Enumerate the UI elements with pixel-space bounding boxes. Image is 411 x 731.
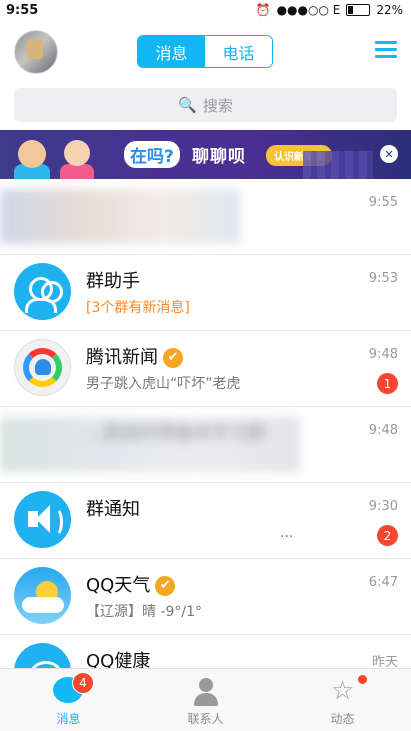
tab-phone[interactable]: 电话 (205, 36, 272, 67)
row-time: 9:53 (368, 271, 398, 286)
tab-contacts[interactable]: 联系人 (137, 669, 274, 731)
group-notice-icon (14, 491, 71, 548)
row-time: 6:47 (368, 575, 398, 590)
tab-label: 联系人 (187, 712, 224, 726)
search-placeholder: 搜索 (202, 96, 233, 115)
bottom-tab-bar: 4 消息 联系人 ☆ 动态 (0, 668, 411, 731)
row-subtitle: 【辽源】晴 -9°/1° (86, 604, 203, 620)
close-icon[interactable]: ✕ (380, 145, 398, 163)
row-time: 9:55 (368, 195, 398, 210)
row-time: 9:30 (368, 499, 398, 514)
row-time: 9:48 (368, 423, 398, 438)
city-skyline (303, 151, 373, 179)
status-bar: 9:55 ⏰ ●●●○○ E 22% (0, 0, 411, 22)
conversation-row[interactable]: QQ天气 ✔ 【辽源】晴 -9°/1° 6:47 (0, 559, 411, 635)
row-title: 群助手 (86, 271, 140, 292)
tab-messages[interactable]: 消息 (138, 36, 205, 67)
verified-icon: ✔ (163, 348, 183, 368)
menu-icon[interactable] (375, 41, 397, 59)
messages-badge: 4 (72, 672, 94, 694)
conversation-row[interactable]: 群助手 [3个群有新消息] 9:53 (0, 255, 411, 331)
row-time: 9:48 (368, 347, 398, 362)
banner-bubble: 在吗? (124, 141, 180, 168)
tab-messages-bottom[interactable]: 4 消息 (0, 669, 137, 731)
row-subtitle: [3个群有新消息] (86, 300, 190, 316)
group-assistant-icon (14, 263, 71, 320)
battery-percent: 22% (376, 3, 403, 17)
row-title: 腾讯新闻 (86, 347, 158, 368)
signal-strength: ●●●○○ E (276, 3, 341, 17)
promo-banner[interactable]: 在吗? 聊聊呗 认识新朋友 ✕ (0, 130, 411, 179)
blurred-content (0, 179, 411, 254)
battery-icon (346, 4, 371, 16)
tab-label: 消息 (56, 712, 81, 726)
contacts-icon (190, 677, 222, 707)
row-subtitle: 男子跳入虎山“吓坏”老虎 (86, 376, 241, 392)
user-avatar[interactable] (14, 30, 58, 74)
weather-icon (14, 567, 71, 624)
conversation-row[interactable]: 腾讯新闻 ✔ 男子跳入虎山“吓坏”老虎 9:48 1 (0, 331, 411, 407)
search-bar[interactable]: 🔍 搜索 (14, 88, 397, 122)
alarm-icon: ⏰ (255, 3, 271, 17)
notification-dot (358, 675, 367, 684)
row-title-wrap: 腾讯新闻 ✔ (86, 343, 183, 369)
conversation-row[interactable]: 群通知 ... 9:30 2 (0, 483, 411, 559)
status-time: 9:55 (6, 3, 39, 18)
row-title: 群通知 (86, 499, 140, 520)
banner-illustration (10, 134, 110, 179)
tab-dynamics[interactable]: ☆ 动态 (274, 669, 411, 731)
row-title: QQ天气 (86, 575, 151, 596)
star-icon: ☆ (330, 676, 355, 706)
header: 消息 电话 (0, 22, 411, 82)
banner-text: 聊聊呗 (192, 147, 246, 167)
unread-badge: 1 (377, 373, 398, 394)
verified-icon: ✔ (155, 576, 176, 596)
unread-badge: 2 (377, 525, 398, 546)
row-subtitle: ... (280, 525, 294, 541)
tab-label: 动态 (330, 712, 355, 726)
search-icon: 🔍 (178, 96, 197, 114)
row-title-wrap: QQ天气 ✔ (86, 571, 176, 597)
conversation-row[interactable]: ...高级的预备班学习群 9:48 (0, 407, 411, 483)
conversation-list: 9:55 群助手 [3个群有新消息] 9:53 腾讯新闻 ✔ 男子跳入虎山“吓坏”… (0, 179, 411, 711)
message-phone-toggle: 消息 电话 (137, 35, 273, 68)
tencent-news-icon (14, 339, 71, 396)
conversation-row[interactable]: 9:55 (0, 179, 411, 255)
row-title: ...高级的预备班学习群 (86, 423, 266, 444)
